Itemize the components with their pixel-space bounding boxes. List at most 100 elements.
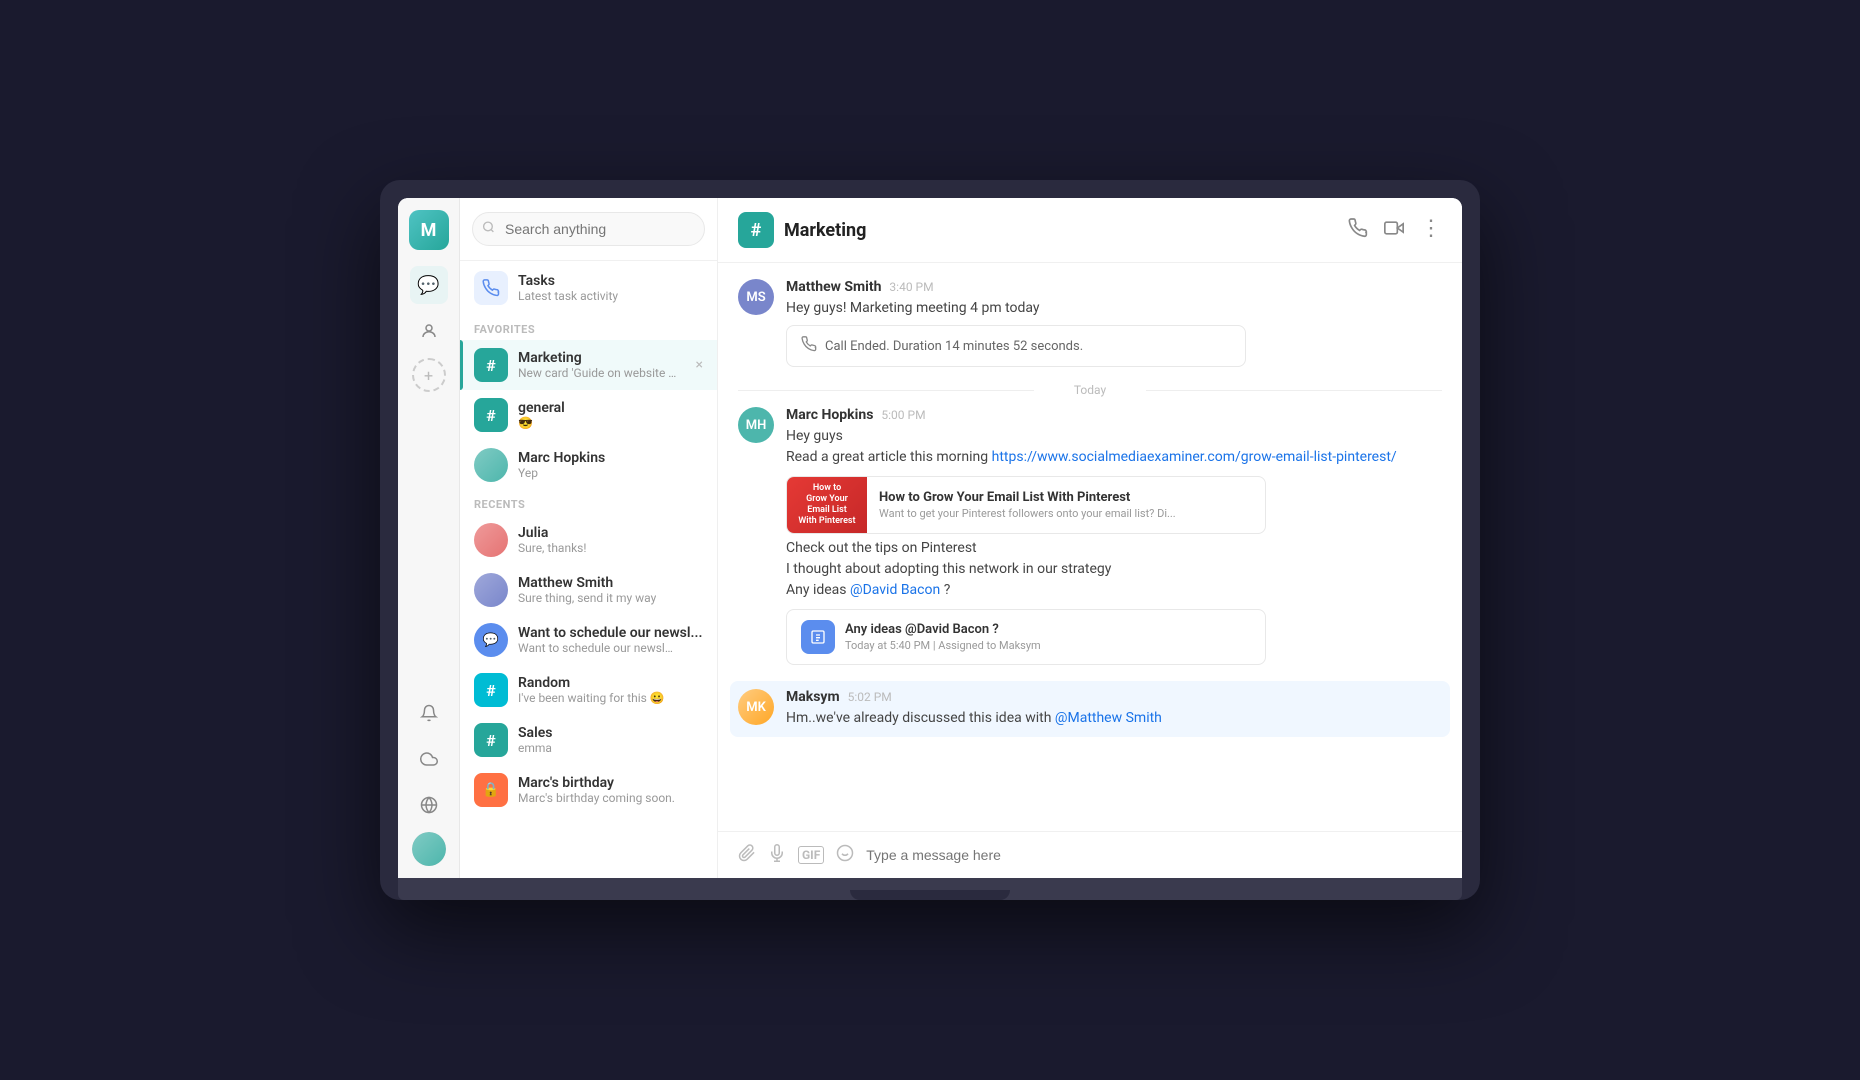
- channel-header-icon: #: [738, 212, 774, 248]
- matthew-preview: Sure thing, send it my way: [518, 591, 656, 605]
- link-preview-title: How to Grow Your Email List With Pintere…: [879, 490, 1176, 505]
- nav-globe[interactable]: [410, 786, 448, 824]
- marketing-preview: New card 'Guide on website o...: [518, 366, 678, 380]
- message-maksym: MK Maksym 5:02 PM Hm..we've already disc…: [730, 681, 1450, 737]
- channel-list: Tasks Latest task activity FAVORITES # M…: [460, 198, 718, 878]
- random-name: Random: [518, 675, 665, 691]
- marc-name: Marc Hopkins: [518, 450, 605, 466]
- sidebar-item-julia[interactable]: Julia Sure, thanks!: [460, 515, 717, 565]
- marc-avatar: [474, 448, 508, 482]
- nav-add[interactable]: +: [412, 358, 446, 392]
- marketing-text: Marketing New card 'Guide on website o..…: [518, 350, 678, 380]
- mention-matthew-smith: @Matthew Smith: [1055, 710, 1162, 726]
- attachment-icon[interactable]: [738, 844, 756, 866]
- sidebar-item-marc-hopkins[interactable]: Marc Hopkins Yep: [460, 440, 717, 490]
- msg-author-mk: Maksym: [786, 689, 840, 705]
- emoji-icon[interactable]: [836, 844, 854, 866]
- search-icon: [482, 221, 495, 238]
- msg-text-mk: Hm..we've already discussed this idea wi…: [786, 708, 1442, 729]
- nav-messages[interactable]: 💬: [410, 266, 448, 304]
- msg-content-mh: Marc Hopkins 5:00 PM Hey guys Read a gre…: [786, 407, 1442, 665]
- msg-text-mh-2: Read a great article this morning https:…: [786, 447, 1442, 468]
- nav-contacts[interactable]: [410, 312, 448, 350]
- call-ended-text: Call Ended. Duration 14 minutes 52 secon…: [825, 339, 1083, 354]
- julia-avatar: [474, 523, 508, 557]
- messages-area: MS Matthew Smith 3:40 PM Hey guys! Marke…: [718, 263, 1462, 831]
- sidebar-item-newsletter[interactable]: 💬 Want to schedule our newsl... Want to …: [460, 615, 717, 665]
- search-bar: [460, 198, 717, 261]
- general-preview: 😎: [518, 416, 565, 430]
- sidebar-item-random[interactable]: # Random I've been waiting for this 😀: [460, 665, 717, 715]
- channel-title: Marketing: [784, 220, 866, 241]
- search-input[interactable]: [472, 212, 705, 246]
- sidebar-item-sales[interactable]: # Sales emma: [460, 715, 717, 765]
- marketing-icon: #: [474, 348, 508, 382]
- article-link[interactable]: https://www.socialmediaexaminer.com/grow…: [992, 449, 1397, 465]
- tasks-text: Tasks Latest task activity: [518, 273, 618, 303]
- birthday-preview: Marc's birthday coming soon.: [518, 791, 675, 805]
- msg-avatar-mh: MH: [738, 407, 774, 443]
- video-button[interactable]: [1384, 218, 1404, 243]
- app-container: M 💬 +: [398, 198, 1462, 878]
- general-text: general 😎: [518, 400, 565, 430]
- msg-time-ms: 3:40 PM: [889, 280, 933, 294]
- chat-header-actions: ⋮: [1348, 218, 1442, 243]
- mic-icon[interactable]: [768, 844, 786, 866]
- user-avatar[interactable]: M: [409, 210, 449, 250]
- chat-header: # Marketing ⋮: [718, 198, 1462, 263]
- task-card-icon: [801, 620, 835, 654]
- random-text: Random I've been waiting for this 😀: [518, 675, 665, 705]
- julia-name: Julia: [518, 525, 586, 541]
- nav-notifications[interactable]: [410, 694, 448, 732]
- tasks-icon: [474, 271, 508, 305]
- sales-preview: emma: [518, 741, 552, 755]
- nav-cloud[interactable]: [410, 740, 448, 778]
- tasks-title: Tasks: [518, 273, 618, 289]
- call-ended-box: Call Ended. Duration 14 minutes 52 secon…: [786, 325, 1246, 367]
- laptop-screen: M 💬 +: [398, 198, 1462, 878]
- user-profile-avatar[interactable]: [412, 832, 446, 866]
- mention-david-bacon: @David Bacon: [850, 582, 940, 598]
- marc-preview: Yep: [518, 466, 605, 480]
- message-input[interactable]: [866, 847, 1442, 863]
- close-marketing[interactable]: ×: [696, 357, 703, 373]
- sidebar-item-general[interactable]: # general 😎: [460, 390, 717, 440]
- julia-preview: Sure, thanks!: [518, 541, 586, 555]
- link-preview-img: How toGrow YourEmail ListWith Pinterest: [787, 477, 867, 533]
- tasks-subtitle: Latest task activity: [518, 289, 618, 303]
- link-preview: How toGrow YourEmail ListWith Pinterest …: [786, 476, 1266, 534]
- call-ended-icon: [801, 336, 817, 356]
- task-card-sub: Today at 5:40 PM | Assigned to Maksym: [845, 639, 1041, 652]
- laptop-notch: [850, 890, 1010, 900]
- task-card[interactable]: Any ideas @David Bacon ? Today at 5:40 P…: [786, 609, 1266, 665]
- msg-content-mk: Maksym 5:02 PM Hm..we've already discuss…: [786, 689, 1442, 729]
- msg-text-hm-4: I thought about adopting this network in…: [786, 559, 1442, 580]
- message-matthew-smith: MS Matthew Smith 3:40 PM Hey guys! Marke…: [738, 279, 1442, 367]
- birthday-name: Marc's birthday: [518, 775, 675, 791]
- chat-main: # Marketing ⋮: [718, 198, 1462, 878]
- sales-text: Sales emma: [518, 725, 552, 755]
- msg-time-mk: 5:02 PM: [848, 690, 892, 704]
- sidebar-item-matthew-smith[interactable]: Matthew Smith Sure thing, send it my way: [460, 565, 717, 615]
- random-preview: I've been waiting for this 😀: [518, 691, 665, 705]
- msg-header-ms: Matthew Smith 3:40 PM: [786, 279, 1442, 295]
- msg-avatar-ms: MS: [738, 279, 774, 315]
- msg-text-hm-3: Check out the tips on Pinterest: [786, 538, 1442, 559]
- link-preview-desc: Want to get your Pinterest followers ont…: [879, 507, 1176, 520]
- msg-content-ms: Matthew Smith 3:40 PM Hey guys! Marketin…: [786, 279, 1442, 367]
- laptop-base: [398, 878, 1462, 900]
- sidebar-item-marketing[interactable]: # Marketing New card 'Guide on website o…: [460, 340, 717, 390]
- sales-icon: #: [474, 723, 508, 757]
- gif-icon[interactable]: GIF: [798, 846, 824, 864]
- sidebar-item-marcs-birthday[interactable]: 🔒 Marc's birthday Marc's birthday coming…: [460, 765, 717, 815]
- marc-text: Marc Hopkins Yep: [518, 450, 605, 480]
- phone-button[interactable]: [1348, 218, 1368, 243]
- tasks-item[interactable]: Tasks Latest task activity: [460, 261, 717, 315]
- more-button[interactable]: ⋮: [1420, 218, 1442, 243]
- favorites-label: FAVORITES: [460, 315, 717, 340]
- msg-header-mk: Maksym 5:02 PM: [786, 689, 1442, 705]
- task-card-title: Any ideas @David Bacon ?: [845, 622, 1041, 637]
- birthday-text: Marc's birthday Marc's birthday coming s…: [518, 775, 675, 805]
- newsletter-icon: 💬: [474, 623, 508, 657]
- message-marc-hopkins: MH Marc Hopkins 5:00 PM Hey guys Read a …: [738, 407, 1442, 665]
